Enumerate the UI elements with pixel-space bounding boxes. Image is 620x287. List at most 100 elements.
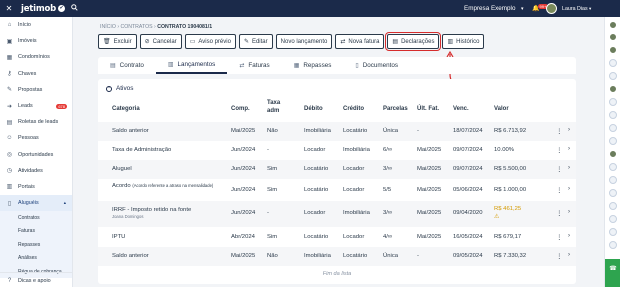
- chat-button[interactable]: ☎: [605, 259, 620, 287]
- company-selector[interactable]: Empresa Exemplo: [464, 5, 515, 12]
- cell-ult-fat: Mai/2025: [417, 187, 442, 193]
- sidebar-item-inicio[interactable]: ⌂ Início: [0, 17, 72, 33]
- breadcrumb-section[interactable]: CONTRATOS: [120, 24, 152, 30]
- user-chevron-down-icon[interactable]: ▾: [589, 6, 591, 12]
- chevron-right-icon[interactable]: ›: [568, 186, 570, 192]
- new-invoice-button[interactable]: ⇄ Nova fatura: [335, 34, 385, 49]
- tab-documentos[interactable]: ▯ Documentos: [343, 57, 410, 74]
- rail-avatar[interactable]: [609, 111, 617, 119]
- more-options-icon[interactable]: ⋮: [556, 209, 563, 217]
- pencil-icon: ✎: [243, 39, 249, 45]
- col-taxa-adm[interactable]: adm: [267, 108, 279, 115]
- rail-avatar[interactable]: [609, 98, 617, 106]
- delete-button[interactable]: 🗑 Excluir: [98, 34, 137, 49]
- warning-icon: ⚠: [494, 214, 500, 220]
- company-chevron-down-icon[interactable]: ▾: [521, 6, 524, 12]
- table-row[interactable]: Saldo anterior Mai/2025 Não Imobiliária …: [98, 122, 576, 141]
- sidebar-item-pessoas[interactable]: ☺ Pessoas: [0, 130, 72, 146]
- table-row[interactable]: Aluguel Jun/2024 Sim Locatário Locador 3…: [98, 160, 576, 179]
- more-options-icon[interactable]: ⋮: [556, 186, 563, 194]
- cell-comp: Jun/2024: [231, 166, 256, 172]
- table-row[interactable]: Saldo anterior Mai/2025 Não Imobiliária …: [98, 247, 576, 266]
- tab-faturas[interactable]: ⇄ Faturas: [227, 57, 281, 74]
- rail-avatar[interactable]: [609, 72, 617, 80]
- col-credito[interactable]: Crédito: [343, 106, 364, 113]
- col-comp[interactable]: Comp.: [231, 106, 250, 113]
- tab-contrato[interactable]: ▤ Contrato: [98, 57, 156, 74]
- edit-button[interactable]: ✎ Editar: [238, 34, 273, 49]
- chevron-right-icon[interactable]: ›: [568, 233, 570, 239]
- col-valor[interactable]: Valor: [494, 106, 509, 113]
- sidebar-subitem-repasses[interactable]: Repasses: [0, 238, 72, 252]
- sidebar-item-portais[interactable]: ▥ Portais: [0, 179, 72, 195]
- more-options-icon[interactable]: ⋮: [556, 165, 563, 173]
- breadcrumb-home[interactable]: INÍCIO: [100, 24, 116, 30]
- user-name[interactable]: Laura Dias: [562, 6, 588, 12]
- rail-avatar[interactable]: [609, 33, 617, 41]
- rail-avatar[interactable]: [609, 189, 617, 197]
- col-venc[interactable]: Venc.: [453, 106, 469, 113]
- rail-avatar[interactable]: [609, 176, 617, 184]
- rail-avatar[interactable]: [609, 228, 617, 236]
- rail-avatar[interactable]: [609, 163, 617, 171]
- sidebar-item-roletas[interactable]: ▤ Roletas de leads: [0, 114, 72, 130]
- rail-avatar[interactable]: [609, 241, 617, 249]
- table-row[interactable]: IPTU Abr/2024 Sim Locatário Locador 4/∞ …: [98, 227, 576, 247]
- col-taxa[interactable]: Taxa: [267, 100, 280, 107]
- rail-avatar[interactable]: [609, 137, 617, 145]
- sidebar-subitem-faturas[interactable]: Faturas: [0, 224, 72, 239]
- sidebar-item-condominios[interactable]: ▦ Condomínios: [0, 49, 72, 65]
- rail-avatar[interactable]: [609, 215, 617, 223]
- search-icon[interactable]: [71, 4, 78, 13]
- col-debito[interactable]: Débito: [304, 106, 323, 113]
- chevron-right-icon[interactable]: ›: [568, 165, 570, 171]
- building-icon: ▣: [6, 38, 13, 45]
- rail-avatar[interactable]: [609, 124, 617, 132]
- declarations-button[interactable]: ▤ Declarações: [384, 31, 442, 52]
- col-parcelas[interactable]: Parcelas: [383, 106, 408, 113]
- new-entry-button[interactable]: Novo lançamento: [275, 34, 333, 49]
- tab-lancamentos[interactable]: ▥ Lançamentos: [155, 57, 228, 74]
- more-options-icon[interactable]: ⋮: [556, 233, 563, 241]
- more-options-icon[interactable]: ⋮: [556, 146, 563, 154]
- rail-avatar[interactable]: [609, 59, 617, 67]
- more-options-icon[interactable]: ⋮: [556, 252, 563, 260]
- sidebar-item-chaves[interactable]: ⚷ Chaves: [0, 66, 72, 82]
- sidebar-item-oportunidades[interactable]: ◎ Oportunidades: [0, 147, 72, 163]
- app-logo[interactable]: jetimob: [21, 4, 56, 14]
- notice-button[interactable]: ▭ Aviso prévio: [184, 34, 236, 49]
- col-ult-fat[interactable]: Últ. Fat.: [417, 106, 439, 113]
- more-options-icon[interactable]: ⋮: [556, 127, 563, 135]
- table-row[interactable]: Taxa de Administração Jun/2024 - Locador…: [98, 141, 576, 160]
- cell-categoria: Saldo anterior: [112, 128, 149, 134]
- rail-avatar[interactable]: [609, 150, 617, 158]
- table-row[interactable]: IRRF - Imposto retido na fonte Joana Domi…: [98, 201, 576, 227]
- cell-credito: Locador: [343, 187, 365, 193]
- section-ativos[interactable]: ⌃ Ativos: [106, 85, 133, 92]
- cancel-button[interactable]: ⊘ Cancelar: [139, 34, 182, 49]
- rail-avatar[interactable]: [609, 85, 617, 93]
- history-button[interactable]: ▥ Histórico: [442, 34, 485, 49]
- chevron-right-icon[interactable]: ›: [568, 146, 570, 152]
- sidebar-item-propostas[interactable]: ✎ Propostas: [0, 82, 72, 98]
- user-avatar[interactable]: [546, 3, 557, 14]
- sidebar-item-leads[interactable]: ➜ Leads 678: [0, 98, 72, 114]
- sidebar-subitem-analises[interactable]: Análises: [0, 251, 72, 265]
- rail-avatar[interactable]: [609, 202, 617, 210]
- sidebar-item-alugueis[interactable]: ▯ Aluguéis ▴: [0, 195, 72, 212]
- chevron-right-icon[interactable]: ›: [568, 209, 570, 215]
- rail-avatar[interactable]: [609, 46, 617, 54]
- sidebar-item-atividades[interactable]: ◷ Atividades: [0, 163, 72, 179]
- tab-repasses[interactable]: ▦ Repasses: [282, 57, 344, 74]
- sidebar-item-dicas[interactable]: ? Dicas e apoio: [0, 273, 72, 287]
- sidebar-item-imoveis[interactable]: ▣ Imóveis: [0, 33, 72, 49]
- col-categoria[interactable]: Categoria: [112, 106, 140, 113]
- rail-avatar[interactable]: [609, 21, 617, 29]
- close-icon[interactable]: ✕: [3, 4, 15, 13]
- proposal-icon: ✎: [6, 87, 13, 94]
- chevron-right-icon[interactable]: ›: [568, 252, 570, 258]
- sidebar-subitem-contratos[interactable]: Contratos: [0, 211, 72, 225]
- contract-icon: ▤: [110, 63, 116, 69]
- chevron-right-icon[interactable]: ›: [568, 127, 570, 133]
- table-row[interactable]: Acordo (Acordo referente a atraso na men…: [98, 179, 576, 201]
